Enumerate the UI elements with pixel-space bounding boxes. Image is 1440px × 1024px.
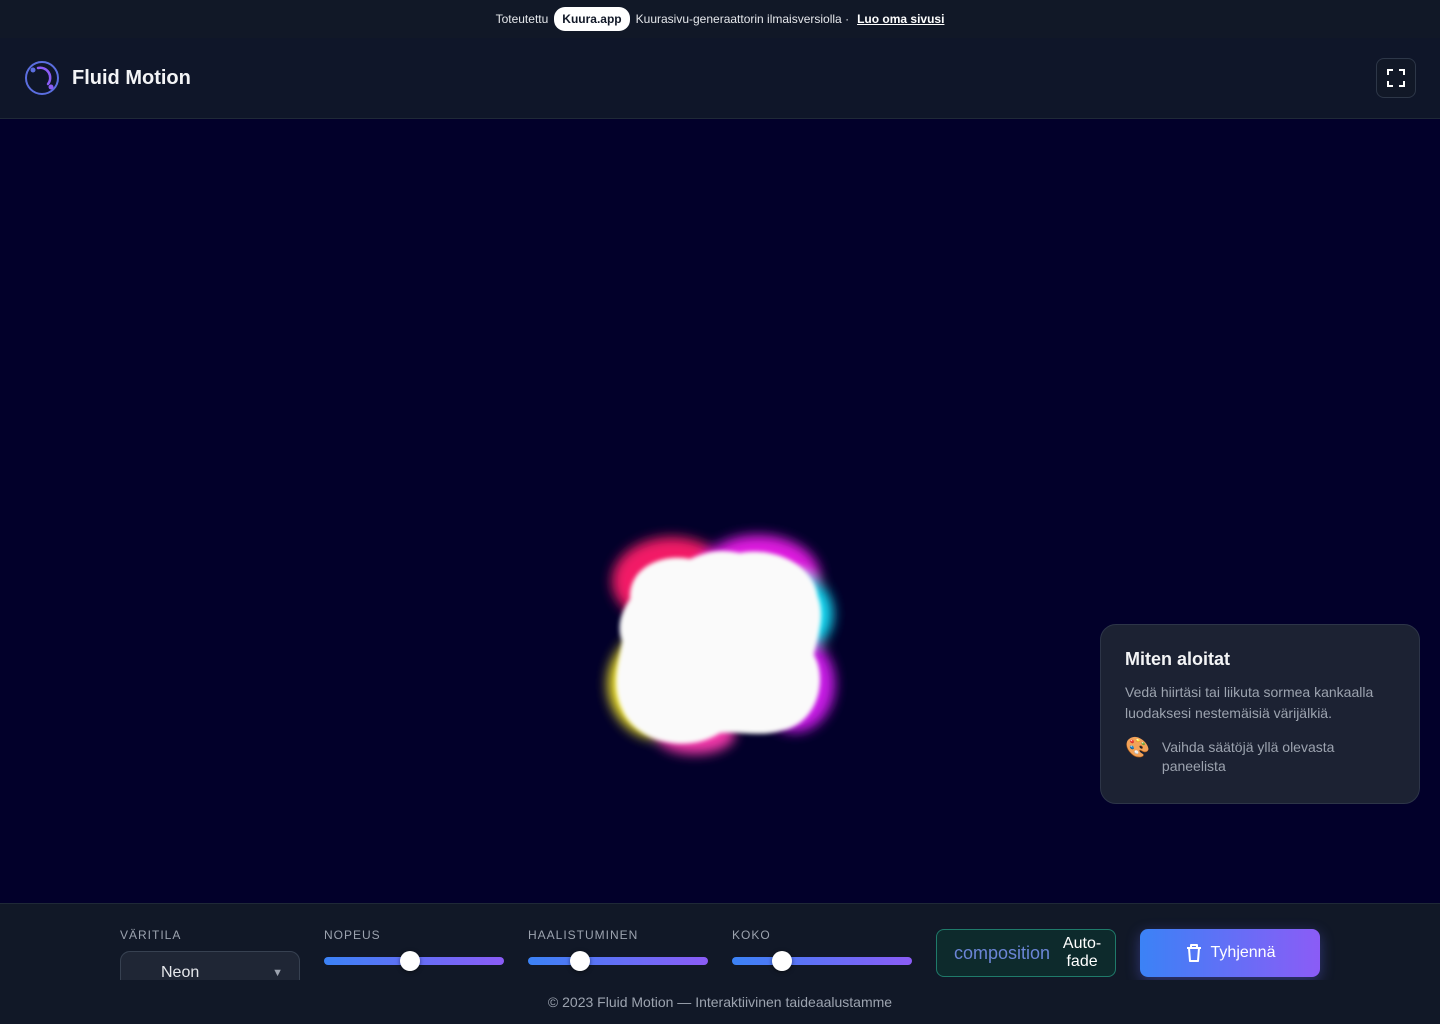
fullscreen-button[interactable] [1376,58,1416,98]
fluid-canvas[interactable]: Miten aloitat Vedä hiirtäsi tai liikuta … [0,119,1440,903]
fade-slider[interactable] [528,951,708,971]
clear-button[interactable]: Tyhjennä [1140,929,1320,977]
color-mode-value: Neon [161,964,200,980]
color-mode-select[interactable]: Neon ▼ [120,951,300,980]
size-slider-thumb[interactable] [772,951,793,971]
composition-placeholder: composition [954,942,1051,963]
promo-text: Kuurasivu-generaattorin ilmaisversiolla … [635,12,850,26]
trash-icon [1186,944,1201,962]
size-slider[interactable] [732,951,912,971]
app-header: Fluid Motion [0,38,1440,119]
swirl-logo-icon [25,61,59,95]
fade-slider-thumb[interactable] [570,951,591,971]
help-tip-text: Vaihda säätöjä yllä olevasta paneelista [1161,739,1335,774]
create-page-link[interactable]: Luo oma sivusi [857,12,944,26]
fluid-blob [590,519,850,769]
help-card: Miten aloitat Vedä hiirtäsi tai liikuta … [1100,624,1420,804]
color-mode-label: VÄRITILA [120,928,182,942]
promo-bar: Toteutettu Kuura.app Kuurasivu-generaatt… [0,0,1440,38]
footer-text: © 2023 Fluid Motion — Interaktiivinen ta… [547,994,893,1010]
composition-select[interactable]: composition Auto-fade [936,929,1116,977]
brand-name: Fluid Motion [72,66,191,89]
help-body: Vedä hiirtäsi tai liikuta sormea kankaal… [1125,684,1374,721]
footer: © 2023 Fluid Motion — Interaktiivinen ta… [0,980,1440,1024]
composition-value: Auto-fade [1062,935,1102,970]
kuura-badge[interactable]: Kuura.app [554,7,630,31]
promo-prefix: Toteutettu [495,12,549,26]
clear-button-label: Tyhjennä [1210,944,1276,961]
speed-slider-thumb[interactable] [400,951,421,971]
speed-slider[interactable] [324,951,504,971]
fade-label: HAALISTUMINEN [528,928,639,942]
speed-label: NOPEUS [324,928,381,942]
help-title: Miten aloitat [1125,649,1231,669]
fullscreen-icon [1387,69,1405,87]
size-label: KOKO [732,928,771,942]
chevron-down-icon: ▼ [272,967,283,979]
help-tip: 🎨 Vaihda säätöjä yllä olevasta paneelist… [1125,738,1395,776]
control-panel: VÄRITILA Neon ▼ NOPEUS HAALISTUMINEN KOK… [0,903,1440,980]
palette-icon: 🎨 [1125,737,1150,759]
